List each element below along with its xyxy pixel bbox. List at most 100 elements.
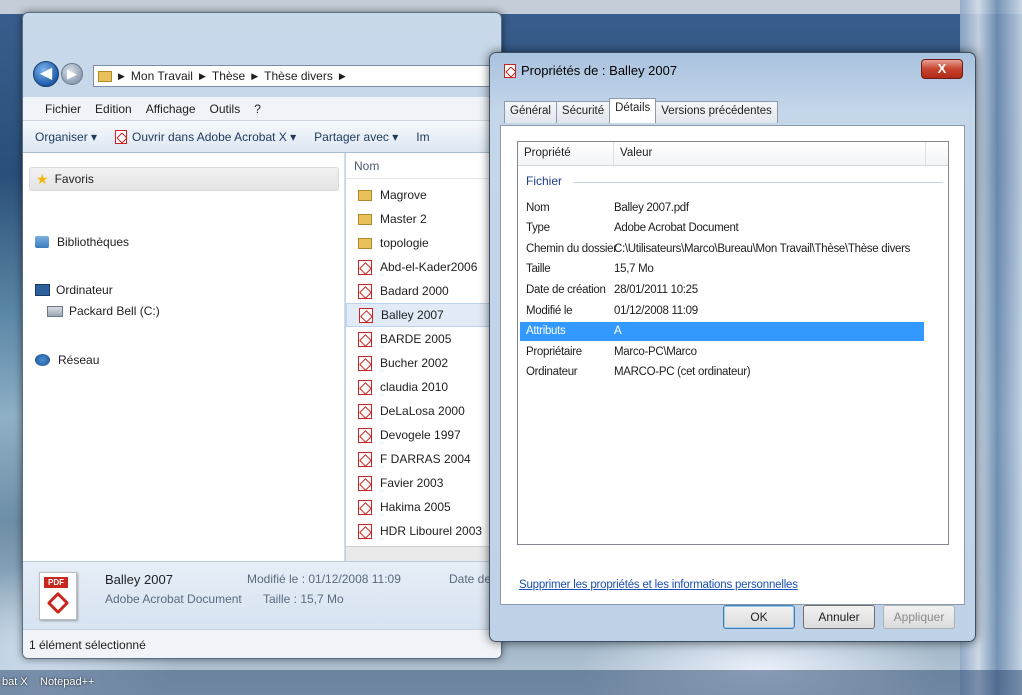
property-row[interactable]: Nom Balley 2007.pdf (520, 198, 924, 217)
taskbar-item-acrobat[interactable]: bat X (2, 676, 28, 688)
pdf-icon (358, 283, 372, 299)
breadcrumb-item[interactable]: Mon Travail (131, 69, 193, 83)
property-key: Type (526, 222, 550, 235)
nav-libraries[interactable]: Bibliothèques (35, 235, 129, 249)
pdf-icon (358, 523, 372, 539)
navigation-pane: ★ Favoris Bibliothèques Ordinateur Packa… (23, 153, 345, 561)
toolbar-truncated-button[interactable]: Im (416, 130, 429, 144)
property-row[interactable]: Date de création 28/01/2011 10:25 (520, 280, 924, 299)
tab-security[interactable]: Sécurité (555, 101, 611, 123)
cancel-button[interactable]: Annuler (803, 605, 875, 629)
pdf-icon (358, 499, 372, 515)
status-bar: 1 élément sélectionné (23, 629, 501, 658)
file-row[interactable]: Badard 2000 (346, 279, 501, 303)
command-bar: Organiser ▾ Ouvrir dans Adobe Acrobat X … (23, 121, 501, 153)
pdf-file-icon: PDF (39, 572, 77, 620)
drive-icon (47, 305, 63, 317)
menu-bar: Fichier Edition Affichage Outils ? (23, 97, 501, 121)
column-property[interactable]: Propriété (518, 142, 614, 165)
property-row[interactable]: Modifié le 01/12/2008 11:09 (520, 301, 924, 320)
taskbar-item-notepad[interactable]: Notepad++ (40, 676, 94, 688)
menu-fichier[interactable]: Fichier (45, 102, 81, 116)
folder-icon (358, 237, 372, 249)
pdf-icon (358, 403, 372, 419)
ok-button[interactable]: OK (723, 605, 795, 629)
property-value: Marco-PC\Marco (614, 345, 697, 358)
tab-strip: Général Sécurité Détails Versions précéd… (504, 98, 778, 123)
taskbar (0, 670, 1022, 695)
nav-drive-c[interactable]: Packard Bell (C:) (47, 304, 160, 318)
forward-arrow-icon[interactable]: ▶ (61, 63, 83, 85)
file-row[interactable]: Magrove (346, 183, 501, 207)
file-name: claudia 2010 (380, 380, 449, 394)
dialog-title: Propriétés de : Balley 2007 (504, 63, 677, 78)
file-name: BARDE 2005 (380, 332, 452, 346)
column-header-name[interactable]: Nom (346, 153, 501, 179)
menu-edition[interactable]: Edition (95, 102, 132, 116)
group-heading: Fichier (526, 174, 563, 188)
details-date-truncated: Date de (449, 572, 492, 586)
folder-icon (98, 70, 112, 82)
apply-button[interactable]: Appliquer (883, 605, 955, 629)
property-row[interactable]: Ordinateur MARCO-PC (cet ordinateur) (520, 363, 924, 382)
nav-computer[interactable]: Ordinateur (35, 283, 113, 297)
file-row[interactable]: Favier 2003 (346, 471, 501, 495)
breadcrumb-item[interactable]: Thèse divers (264, 69, 333, 83)
folder-icon (358, 189, 372, 201)
organise-button[interactable]: Organiser ▾ (35, 130, 97, 144)
details-size: Taille : 15,7 Mo (263, 592, 344, 606)
file-row[interactable]: Bucher 2002 (346, 351, 501, 375)
horizontal-scrollbar[interactable] (346, 546, 501, 561)
property-row[interactable]: Chemin du dossier C:\Utilisateurs\Marco\B… (520, 239, 924, 258)
property-row[interactable]: Propriétaire Marco-PC\Marco (520, 342, 924, 361)
file-row[interactable]: DeLaLosa 2000 (346, 399, 501, 423)
details-modified: Modifié le : 01/12/2008 11:09 (247, 572, 401, 586)
file-row[interactable]: Devogele 1997 (346, 423, 501, 447)
close-button[interactable]: X (921, 59, 963, 79)
menu-help[interactable]: ? (254, 102, 261, 116)
tab-details[interactable]: Détails (609, 98, 657, 123)
file-row[interactable]: F DARRAS 2004 (346, 447, 501, 471)
file-row[interactable]: HDR Libourel 2003 (346, 519, 501, 543)
property-row[interactable]: Attributs A (520, 321, 924, 341)
property-key: Attributs (526, 325, 566, 338)
pdf-icon (504, 63, 516, 78)
nav-favorites[interactable]: ★ Favoris (29, 167, 339, 191)
open-with-acrobat-button[interactable]: Ouvrir dans Adobe Acrobat X ▾ (115, 129, 296, 144)
property-value: 15,7 Mo (614, 263, 654, 276)
pdf-icon (359, 307, 373, 323)
file-row[interactable]: BARDE 2005 (346, 327, 501, 351)
remove-properties-link[interactable]: Supprimer les propriétés et les informat… (519, 579, 798, 591)
address-bar[interactable]: ▶ Mon Travail ▶ Thèse ▶ Thèse divers ▶ (93, 65, 493, 87)
details-pane: PDF Balley 2007 Adobe Acrobat Document M… (23, 561, 501, 629)
details-name: Balley 2007 (105, 572, 173, 587)
file-name: F DARRAS 2004 (380, 452, 471, 466)
file-row[interactable]: Master 2 (346, 207, 501, 231)
breadcrumb-item[interactable]: Thèse (212, 69, 245, 83)
column-value[interactable]: Valeur (614, 142, 926, 165)
menu-affichage[interactable]: Affichage (146, 102, 196, 116)
back-arrow-icon[interactable]: ◀ (33, 61, 59, 87)
file-row[interactable]: Hakima 2005 (346, 495, 501, 519)
tab-previous-versions[interactable]: Versions précédentes (655, 101, 778, 123)
tab-general[interactable]: Général (504, 101, 557, 123)
file-name: topologie (380, 236, 429, 250)
file-row[interactable]: topologie (346, 231, 501, 255)
nav-network[interactable]: Réseau (35, 353, 99, 367)
property-value: Adobe Acrobat Document (614, 222, 739, 235)
property-key: Date de création (526, 283, 606, 296)
file-name: Hakima 2005 (380, 500, 451, 514)
file-name: DeLaLosa 2000 (380, 404, 465, 418)
file-row[interactable]: Balley 2007 (346, 303, 501, 327)
file-name: Bucher 2002 (380, 356, 449, 370)
details-tab-panel: Propriété Valeur Fichier Nom Balley 2007.… (500, 125, 965, 605)
pdf-icon (358, 475, 372, 491)
property-row[interactable]: Taille 15,7 Mo (520, 260, 924, 279)
file-row[interactable]: claudia 2010 (346, 375, 501, 399)
share-button[interactable]: Partager avec ▾ (314, 130, 398, 144)
acrobat-icon (115, 129, 128, 144)
property-row[interactable]: Type Adobe Acrobat Document (520, 219, 924, 238)
file-name: Abd-el-Kader2006 (380, 260, 478, 274)
file-row[interactable]: Abd-el-Kader2006 (346, 255, 501, 279)
menu-outils[interactable]: Outils (210, 102, 241, 116)
